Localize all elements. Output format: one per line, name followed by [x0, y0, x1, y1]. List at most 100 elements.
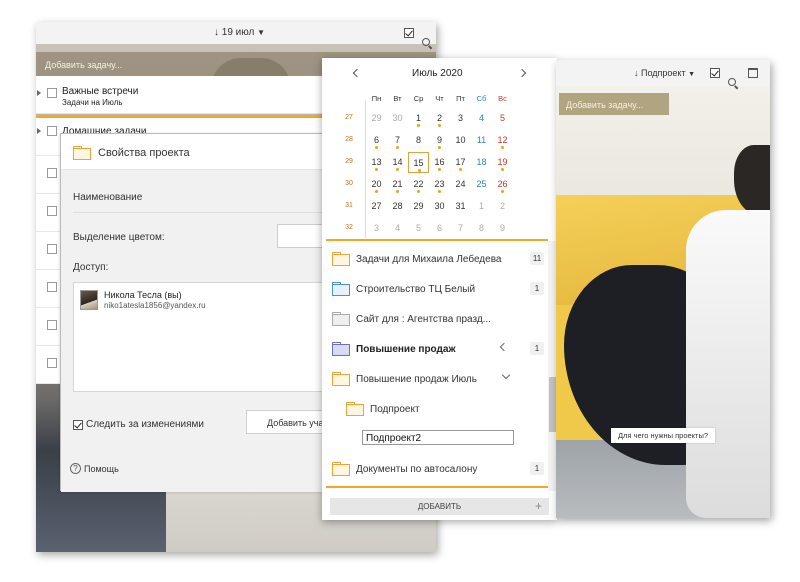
calendar-day[interactable]: 29	[408, 196, 429, 217]
follow-changes-label: Следить за изменениями	[86, 419, 204, 430]
calendar-day[interactable]: 3	[366, 218, 387, 239]
calendar-day[interactable]: 19	[492, 152, 513, 173]
calendar-day[interactable]: 12	[492, 130, 513, 151]
user-name: Никола Тесла (вы)	[104, 290, 182, 300]
calendar-day[interactable]: 9	[429, 130, 450, 151]
calendar-day[interactable]: 20	[366, 174, 387, 195]
task-checkbox[interactable]	[47, 358, 57, 368]
calendar-day[interactable]: 6	[366, 130, 387, 151]
task-checkbox[interactable]	[47, 282, 57, 292]
sort-dropdown[interactable]: ↓ 19 июл ▼	[214, 27, 265, 38]
calendar-day[interactable]: 24	[450, 174, 471, 195]
calendar-day[interactable]: 21	[387, 174, 408, 195]
search-icon[interactable]	[728, 78, 738, 88]
right-window: ↓ Подпроект ▼ Добавить задачу... Для чег…	[556, 60, 770, 518]
calendar-day[interactable]: 4	[471, 108, 492, 129]
calendar-day[interactable]: 15	[408, 152, 429, 173]
calendar-day[interactable]: 7	[387, 130, 408, 151]
weekday-label: Чт	[435, 94, 444, 103]
calendar-day[interactable]: 18	[471, 152, 492, 173]
task-checkbox[interactable]	[47, 168, 57, 178]
project-item[interactable]: Сайт для : Агентства празд...	[326, 304, 548, 334]
task-checkbox[interactable]	[47, 126, 57, 136]
project-name: Повышение продаж Июль	[356, 374, 477, 385]
folder-icon	[332, 252, 350, 266]
event-dot	[417, 190, 420, 193]
event-dot	[501, 190, 504, 193]
project-item[interactable]: Повышение продаж 1	[326, 334, 548, 364]
plus-icon[interactable]: +	[535, 499, 542, 513]
calendar-day[interactable]: 8	[408, 130, 429, 151]
calendar-day[interactable]: 31	[450, 196, 471, 217]
calendar-day[interactable]: 7	[450, 218, 471, 239]
sort-dropdown[interactable]: ↓ Подпроект ▼	[634, 68, 695, 78]
calendar-day[interactable]: 2	[492, 196, 513, 217]
subproject-item[interactable]: Подпроект	[326, 394, 548, 424]
task-checkbox[interactable]	[47, 244, 57, 254]
calendar-day[interactable]: 8	[471, 218, 492, 239]
calendar-day[interactable]: 16	[429, 152, 450, 173]
calendar-day[interactable]: 10	[450, 130, 471, 151]
task-checkbox[interactable]	[47, 206, 57, 216]
calendar-day[interactable]: 2	[429, 108, 450, 129]
calendar-day[interactable]: 1	[408, 108, 429, 129]
calendar-day[interactable]: 30	[429, 196, 450, 217]
calendar-day[interactable]: 9	[492, 218, 513, 239]
calendar-icon[interactable]	[748, 68, 758, 78]
calendar-day[interactable]: 4	[387, 218, 408, 239]
event-dot	[417, 124, 420, 127]
project-item[interactable]: Задачи для Михаила Лебедева 11	[326, 244, 548, 274]
calendar-day[interactable]: 27	[366, 196, 387, 217]
week-number: 28	[345, 136, 353, 143]
event-dot	[375, 168, 378, 171]
calendar-day[interactable]: 25	[471, 174, 492, 195]
calendar-day[interactable]: 5	[492, 108, 513, 129]
name-field[interactable]: Наименование	[73, 192, 142, 203]
weekday-label: Пн	[371, 94, 382, 103]
calendar-day[interactable]: 22	[408, 174, 429, 195]
task-checkbox[interactable]	[47, 320, 57, 330]
expand-arrow-icon[interactable]	[37, 128, 41, 134]
left-toolbar: ↓ 19 июл ▼	[36, 22, 436, 46]
calendar-day[interactable]: 5	[408, 218, 429, 239]
select-all-checkbox[interactable]	[404, 28, 414, 38]
search-icon[interactable]	[422, 38, 432, 48]
help-icon[interactable]: ?	[70, 463, 81, 474]
calendar-day[interactable]: 11	[471, 130, 492, 151]
calendar-day[interactable]: 28	[387, 196, 408, 217]
scrollbar-thumb[interactable]	[549, 377, 556, 432]
expand-arrow-icon[interactable]	[37, 90, 41, 96]
calendar-day[interactable]: 13	[366, 152, 387, 173]
event-dot	[438, 190, 441, 193]
calendar-day[interactable]: 30	[387, 108, 408, 129]
avatar	[80, 290, 98, 310]
calendar-day[interactable]: 6	[429, 218, 450, 239]
follow-changes-checkbox[interactable]	[73, 420, 83, 430]
event-dot	[418, 169, 421, 172]
task-checkbox[interactable]	[47, 88, 57, 98]
add-button[interactable]: ДОБАВИТЬ	[330, 498, 549, 515]
sort-label: ↓ Подпроект	[634, 68, 686, 78]
calendar-day[interactable]: 26	[492, 174, 513, 195]
calendar-day[interactable]: 17	[450, 152, 471, 173]
chevron-left-icon[interactable]	[499, 342, 509, 352]
new-subproject-input[interactable]	[362, 430, 514, 445]
select-all-checkbox[interactable]	[710, 68, 720, 78]
project-name: Подпроект	[370, 404, 420, 415]
project-item[interactable]: Строительство ТЦ Белый 1	[326, 274, 548, 304]
project-item[interactable]: Документы по автосалону 1	[326, 454, 548, 484]
calendar-day[interactable]: 23	[429, 174, 450, 195]
calendar-day[interactable]: 29	[366, 108, 387, 129]
project-item[interactable]: Повышение продаж Июль	[326, 364, 548, 394]
weekday-label: Вт	[393, 94, 402, 103]
add-task-input[interactable]: Добавить задачу...	[559, 93, 669, 115]
divider	[326, 486, 548, 488]
calendar-day[interactable]: 14	[387, 152, 408, 173]
calendar-grid: Пн Вт Ср Чт Пт Сб Вс 27 29 30 1 2 3 4 5 28 6 7 8 9 10 11 12 29 1…	[322, 58, 557, 238]
help-link[interactable]: Помощь	[84, 464, 119, 474]
calendar-day[interactable]: 1	[471, 196, 492, 217]
calendar-day[interactable]: 3	[450, 108, 471, 129]
chevron-down-icon[interactable]	[501, 370, 511, 380]
event-dot	[438, 168, 441, 171]
help-tooltip[interactable]: Для чего нужны проекты?	[611, 428, 715, 443]
